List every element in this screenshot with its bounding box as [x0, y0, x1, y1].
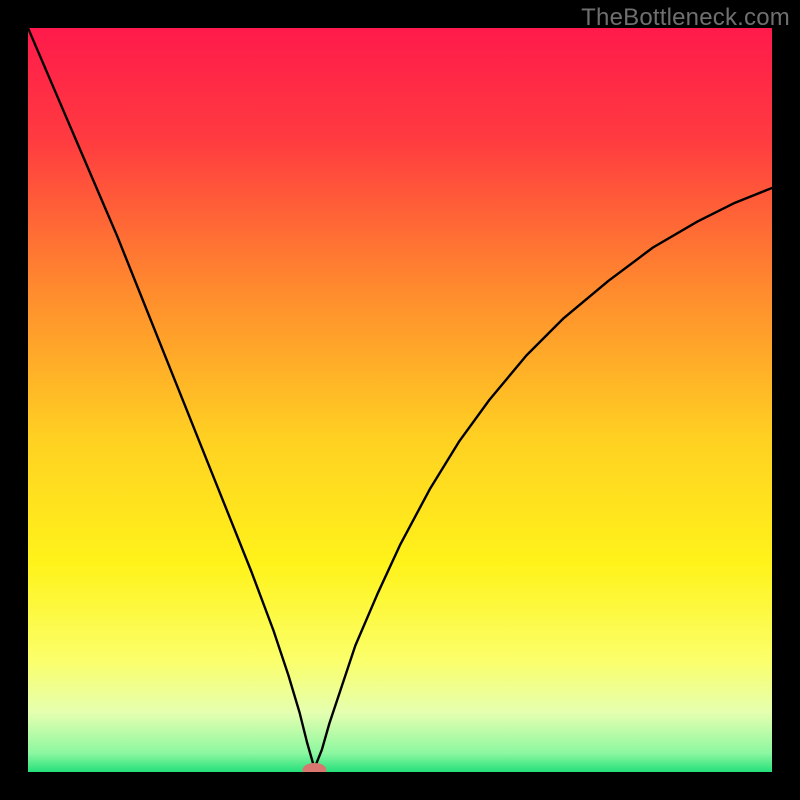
- chart-frame: [28, 28, 772, 772]
- watermark-text: TheBottleneck.com: [581, 4, 790, 32]
- bottleneck-chart: [28, 28, 772, 772]
- gradient-background: [28, 28, 772, 772]
